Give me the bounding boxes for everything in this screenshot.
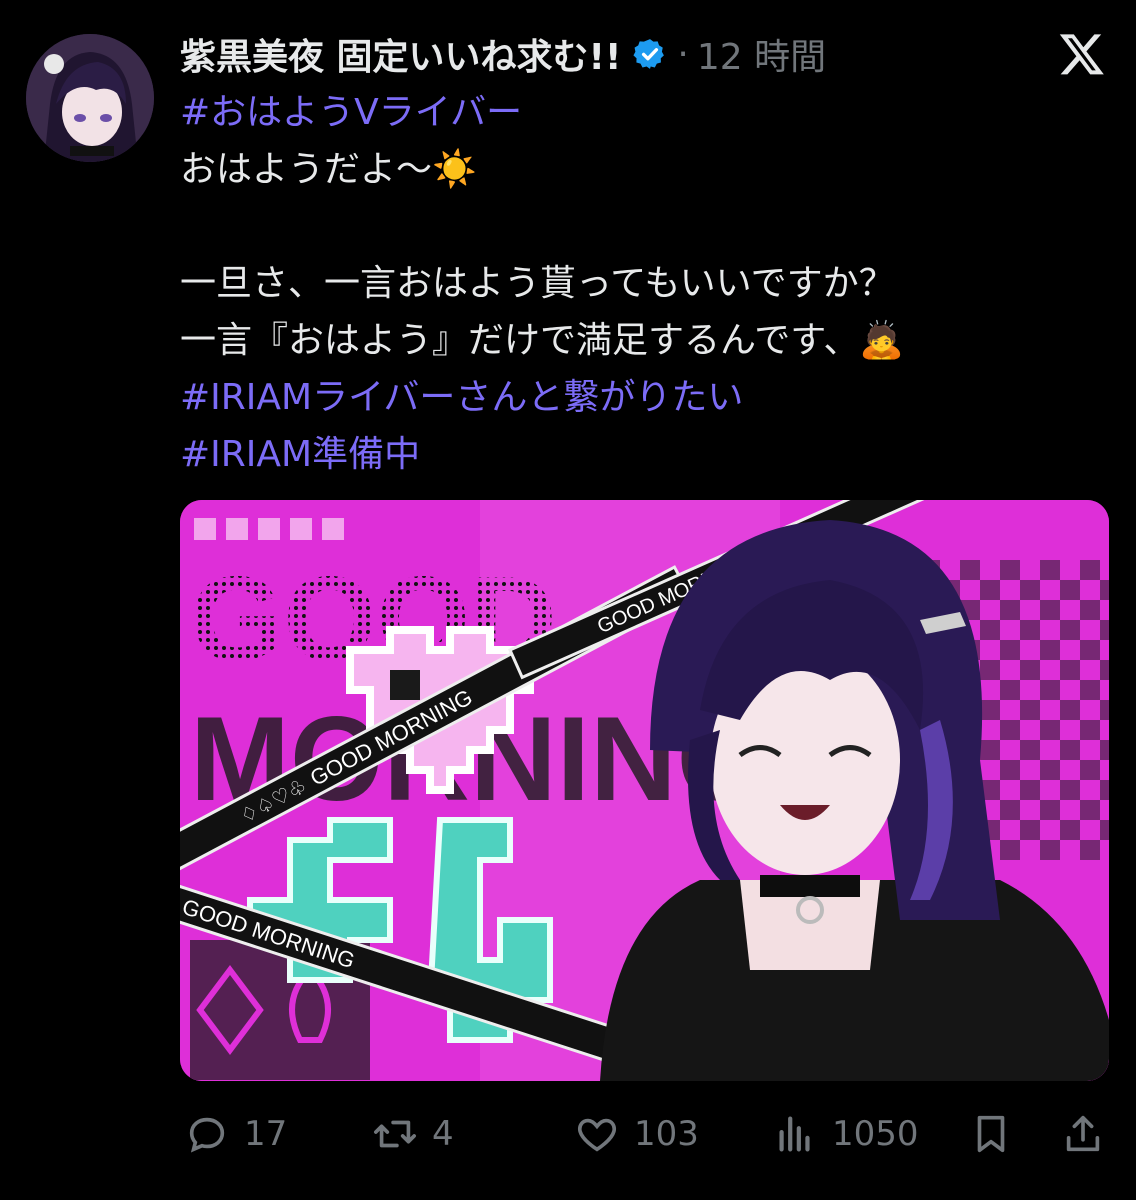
x-logo-icon[interactable]	[1058, 30, 1106, 78]
post-timestamp[interactable]: 12 時間	[697, 28, 826, 80]
verified-badge-icon	[633, 39, 665, 69]
hashtag-ohayou-vliver[interactable]: #おはようVライバー	[180, 84, 1110, 141]
repost-count: 4	[432, 1114, 454, 1154]
author-avatar[interactable]	[26, 34, 154, 162]
good-morning-illustration: GOOD MORNING GOOD MORNING ♢♤♡♧ GOOD MORN…	[180, 500, 1109, 1081]
action-bar: 17 4 103 1050	[0, 1106, 1136, 1162]
post-header: 紫黒美夜 固定いいね求む!! · 12 時間	[180, 28, 826, 80]
share-button[interactable]	[1060, 1106, 1106, 1162]
reply-count: 17	[244, 1114, 288, 1154]
post-image[interactable]: GOOD MORNING GOOD MORNING ♢♤♡♧ GOOD MORN…	[180, 500, 1109, 1081]
view-count: 1050	[832, 1114, 919, 1154]
post-text: #おはようVライバー おはようだよ〜☀️ 一旦さ、一言おはよう貰ってもいいですか…	[180, 84, 1110, 483]
share-icon	[1066, 1115, 1100, 1152]
text-line: 一旦さ、一言おはよう貰ってもいいですか？	[180, 263, 895, 304]
like-count: 103	[634, 1114, 699, 1154]
author-name[interactable]: 紫黒美夜 固定いいね求む!!	[180, 28, 621, 80]
repost-button[interactable]: 4	[372, 1106, 454, 1162]
avatar-image	[26, 34, 154, 162]
bookmark-button[interactable]	[968, 1106, 1014, 1162]
reply-button[interactable]: 17	[184, 1106, 287, 1162]
repost-icon	[374, 1120, 416, 1148]
views-icon	[779, 1116, 810, 1152]
hashtag-iriam-junbichu[interactable]: #IRIAM準備中	[180, 426, 1110, 483]
reply-icon	[189, 1117, 225, 1153]
text-line: おはようだよ〜☀️	[180, 149, 477, 190]
bookmark-icon	[977, 1115, 1005, 1153]
hashtag-iriam-liver[interactable]: #IRIAMライバーさんと繋がりたい	[180, 369, 1110, 426]
like-icon	[577, 1118, 617, 1152]
text-line: 一言『おはよう』だけで満足するんです、🙇	[180, 320, 905, 361]
views-button[interactable]: 1050	[772, 1106, 919, 1162]
like-button[interactable]: 103	[574, 1106, 699, 1162]
header-separator: ·	[677, 33, 689, 75]
